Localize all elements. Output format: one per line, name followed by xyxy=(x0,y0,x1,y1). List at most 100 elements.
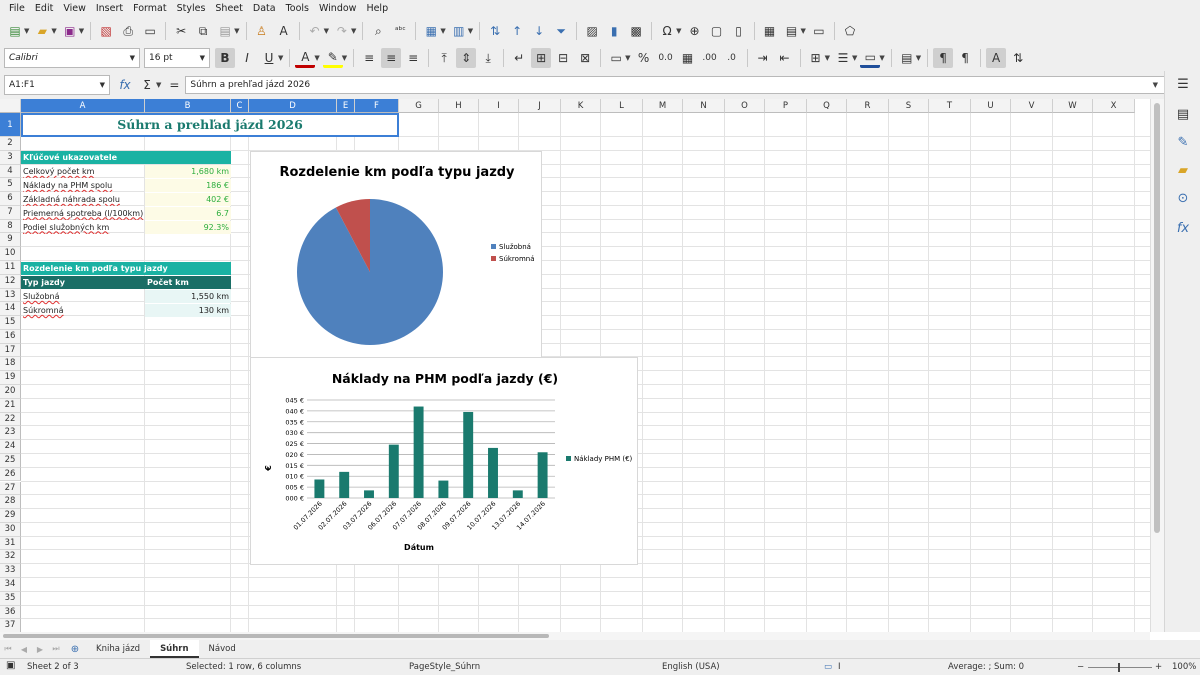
bar-09.07.2026[interactable] xyxy=(463,411,474,498)
font-color-icon[interactable]: A xyxy=(295,48,316,68)
column-header-j[interactable]: J xyxy=(519,99,561,113)
chevron-down-icon[interactable]: ▼ xyxy=(314,54,319,62)
menu-styles[interactable]: Styles xyxy=(172,3,211,14)
clear-formatting-icon[interactable]: A xyxy=(274,21,294,41)
styles-icon[interactable]: ✎ xyxy=(1174,135,1192,153)
add-sheet-icon[interactable]: ⊕ xyxy=(65,639,85,659)
sort-ascending-icon[interactable]: ↑ xyxy=(507,21,527,41)
bar-10.07.2026[interactable] xyxy=(488,447,498,498)
merge-cells-icon[interactable]: ⊟ xyxy=(553,48,573,68)
merge-center-icon[interactable]: ⊞ xyxy=(531,48,552,68)
bar-13.07.2026[interactable] xyxy=(512,490,523,498)
row-header-18[interactable]: 18 xyxy=(0,357,21,372)
zoom-in-icon[interactable]: + xyxy=(1155,662,1162,672)
selection-mode-icon[interactable]: ▭ xyxy=(824,662,832,672)
column-header-m[interactable]: M xyxy=(643,99,683,113)
title-cell[interactable]: Súhrn a prehľad jázd 2026 xyxy=(21,113,399,137)
tab-kniha-jazd[interactable]: Kniha jázd xyxy=(86,640,150,658)
autofilter-icon[interactable]: ⏷ xyxy=(551,21,571,41)
row-header-28[interactable]: 28 xyxy=(0,495,21,510)
expand-formula-bar-icon[interactable]: ▼ xyxy=(1153,81,1158,89)
bar-chart[interactable]: Náklady na PHM podľa jazdy (€) € Dátum 0… xyxy=(250,357,638,565)
function-wizard-icon[interactable]: fx xyxy=(115,75,135,95)
row-header-21[interactable]: 21 xyxy=(0,398,21,413)
insert-image-icon[interactable]: ▨ xyxy=(582,21,602,41)
add-decimal-icon[interactable]: .00 xyxy=(700,48,720,68)
column-icon[interactable]: ▥ xyxy=(449,21,469,41)
align-right-icon[interactable]: ≡ xyxy=(403,48,423,68)
paste-icon[interactable]: ▤ xyxy=(215,21,235,41)
new-document-icon[interactable]: ▤ xyxy=(5,21,25,41)
properties-icon[interactable]: ▤ xyxy=(1174,107,1192,125)
kpi-label[interactable]: Priemerná spotreba (l/100km) xyxy=(21,207,145,220)
language[interactable]: English (USA) xyxy=(662,662,720,672)
row-header-17[interactable]: 17 xyxy=(0,343,21,358)
align-top-icon[interactable]: ⤒ xyxy=(434,48,454,68)
column-header-e[interactable]: E xyxy=(337,99,355,113)
column-header-r[interactable]: R xyxy=(847,99,889,113)
column-header-d[interactable]: D xyxy=(249,99,337,113)
tab-suhrn[interactable]: Súhrn xyxy=(150,640,199,658)
special-character-icon[interactable]: Ω xyxy=(657,21,677,41)
italic-icon[interactable]: I xyxy=(237,48,257,68)
page-style[interactable]: PageStyle_Súhrn xyxy=(409,662,480,672)
right-to-left-icon[interactable]: ¶ xyxy=(955,48,975,68)
open-folder-icon[interactable]: ▰ xyxy=(32,21,52,41)
row-header-27[interactable]: 27 xyxy=(0,481,21,496)
chevron-down-icon[interactable]: ▼ xyxy=(801,27,806,35)
cut-icon[interactable]: ✂ xyxy=(171,21,191,41)
row-header-1[interactable]: 1 xyxy=(0,113,21,137)
chevron-down-icon[interactable]: ▼ xyxy=(625,54,630,62)
menu-window[interactable]: Window xyxy=(314,3,361,14)
tab-navod[interactable]: Návod xyxy=(199,640,246,658)
chevron-down-icon[interactable]: ▼ xyxy=(79,27,84,35)
row-header-13[interactable]: 13 xyxy=(0,288,21,303)
chevron-down-icon[interactable]: ▼ xyxy=(676,27,681,35)
breakdown-value[interactable]: 1,550 km xyxy=(145,290,231,303)
sort-descending-icon[interactable]: ↓ xyxy=(529,21,549,41)
column-header-l[interactable]: L xyxy=(601,99,643,113)
print-icon[interactable]: ⎙ xyxy=(118,21,138,41)
define-print-area-icon[interactable]: ▦ xyxy=(760,21,780,41)
row-header-16[interactable]: 16 xyxy=(0,329,21,344)
row-header-8[interactable]: 8 xyxy=(0,219,21,234)
row-header-6[interactable]: 6 xyxy=(0,192,21,206)
kpi-value[interactable]: 1,680 km xyxy=(145,165,231,178)
row-header-23[interactable]: 23 xyxy=(0,426,21,441)
column-header-b[interactable]: B xyxy=(145,99,231,113)
kpi-label[interactable]: Náklady na PHM spolu xyxy=(21,179,145,192)
left-to-right-icon[interactable]: ¶ xyxy=(933,48,954,68)
row-header-7[interactable]: 7 xyxy=(0,205,21,220)
spreadsheet-grid[interactable]: ABCDEFGHIJKLMNOPQRSTUVWX 1 2 3 4 5 6 7 8 9 10 11 12… xyxy=(0,99,1150,632)
row-header-37[interactable]: 37 xyxy=(0,619,21,632)
row-header-35[interactable]: 35 xyxy=(0,591,21,606)
kpi-value[interactable]: 186 € xyxy=(145,178,231,192)
border-style-icon[interactable]: ☰ xyxy=(833,48,853,68)
align-center-icon[interactable]: ≡ xyxy=(381,48,402,68)
chevron-down-icon[interactable]: ▼ xyxy=(916,54,921,62)
redo-icon[interactable]: ↷ xyxy=(332,21,352,41)
bar-03.07.2026[interactable] xyxy=(364,490,374,498)
decrease-indent-icon[interactable]: ⇤ xyxy=(775,48,795,68)
column-header-w[interactable]: W xyxy=(1053,99,1093,113)
spelling-icon[interactable]: ᵃᵇᶜ xyxy=(390,21,410,41)
row-header-26[interactable]: 26 xyxy=(0,467,21,482)
column-header-x[interactable]: X xyxy=(1093,99,1135,113)
horizontal-scroll-thumb[interactable] xyxy=(3,634,549,638)
row-header-34[interactable]: 34 xyxy=(0,577,21,592)
align-bottom-icon[interactable]: ⤓ xyxy=(478,48,498,68)
zoom-level[interactable]: 100% xyxy=(1172,662,1196,672)
row-header-33[interactable]: 33 xyxy=(0,564,21,578)
underline-icon[interactable]: U xyxy=(259,48,279,68)
kpi-value[interactable]: 402 € xyxy=(145,192,231,206)
bar-06.07.2026[interactable] xyxy=(388,444,399,498)
row-icon[interactable]: ▦ xyxy=(421,21,441,41)
kpi-label[interactable]: Celkový počet km xyxy=(21,165,145,178)
kpi-header[interactable]: Kľúčové ukazovatele xyxy=(21,151,231,164)
column-header-i[interactable]: I xyxy=(479,99,519,113)
row-header-30[interactable]: 30 xyxy=(0,522,21,537)
conditional-format-icon[interactable]: ▤ xyxy=(897,48,917,68)
chevron-down-icon[interactable]: ▼ xyxy=(24,27,29,35)
increase-indent-icon[interactable]: ⇥ xyxy=(753,48,773,68)
column-header-s[interactable]: S xyxy=(889,99,929,113)
